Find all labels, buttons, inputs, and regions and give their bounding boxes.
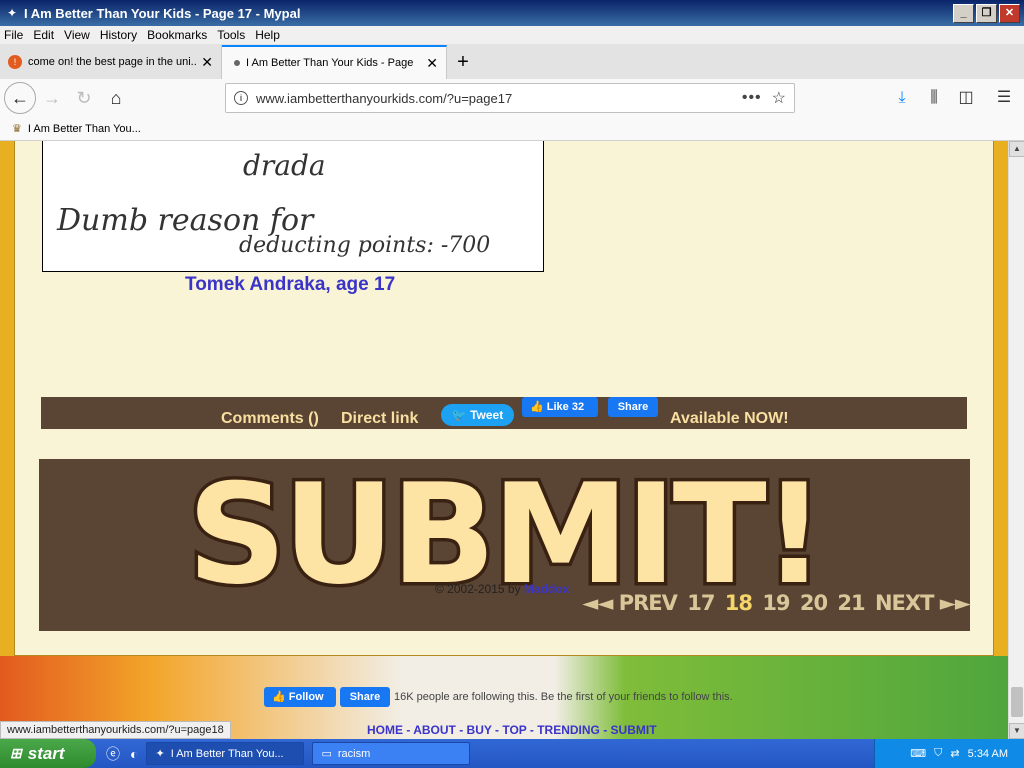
tab-label: come on! the best page in the uni... xyxy=(28,56,198,68)
menu-tools[interactable]: Tools xyxy=(217,28,245,42)
taskbar: ⊞ start ⓔ ◐ ✦ I Am Better Than You... ▭ … xyxy=(0,739,1024,768)
keyboard-icon[interactable]: ⌨ xyxy=(910,747,926,760)
handwriting-line-1: drada xyxy=(243,149,326,182)
page-panel: drada Dumb reason for deducting points: … xyxy=(14,141,994,656)
menu-view[interactable]: View xyxy=(64,28,90,42)
pager-page-20[interactable]: 20 xyxy=(800,591,828,615)
tweet-button[interactable]: 🐦 Tweet xyxy=(441,404,514,426)
fb-follow-share-button[interactable]: Share xyxy=(340,687,390,707)
pager-next[interactable]: NEXT ►► xyxy=(875,591,971,615)
loading-dot-icon xyxy=(234,60,240,66)
url-input[interactable] xyxy=(256,90,742,106)
author-link[interactable]: Maddox xyxy=(524,582,569,596)
menu-bar: File Edit View History Bookmarks Tools H… xyxy=(0,26,1024,44)
start-button[interactable]: ⊞ start xyxy=(0,739,96,768)
shield-icon[interactable]: ⛉ xyxy=(934,747,942,760)
menu-file[interactable]: File xyxy=(4,28,23,42)
back-arrow-icon[interactable]: ← xyxy=(4,82,36,114)
handwriting-line-3: deducting points: -700 xyxy=(239,233,491,258)
scroll-up-icon[interactable]: ▲ xyxy=(1009,141,1024,157)
task-label: I Am Better Than You... xyxy=(170,747,284,760)
pagination: ◄◄ PREV 17 18 19 20 21 NEXT ►► xyxy=(578,591,971,615)
address-bar[interactable]: i ••• ☆ xyxy=(225,83,795,113)
menu-bookmarks[interactable]: Bookmarks xyxy=(147,28,207,42)
scroll-down-icon[interactable]: ▼ xyxy=(1009,723,1024,739)
menu-edit[interactable]: Edit xyxy=(33,28,54,42)
vertical-scrollbar[interactable]: ▲ ▼ xyxy=(1008,141,1024,739)
taskbar-item-racism[interactable]: ▭ racism xyxy=(312,742,471,765)
taskbar-item-browser[interactable]: ✦ I Am Better Than You... xyxy=(146,742,305,765)
hamburger-menu-icon[interactable]: ☰ xyxy=(990,83,1018,113)
forward-arrow-icon[interactable]: → xyxy=(36,82,68,114)
window-title: I Am Better Than Your Kids - Page 17 - M… xyxy=(24,5,301,21)
sidebar-icon[interactable]: ◫ xyxy=(952,83,980,113)
bookmark-item[interactable]: I Am Better Than You... xyxy=(28,123,141,135)
restore-button[interactable]: ❐ xyxy=(976,3,997,23)
new-tab-plus-icon[interactable]: + xyxy=(447,45,479,79)
network-icon[interactable]: ⇄ xyxy=(950,747,959,760)
fb-follow-row: 👍 Follow Share 16K people are following … xyxy=(264,687,733,707)
tab-label: I Am Better Than Your Kids - Page xyxy=(246,57,414,69)
home-icon[interactable]: ⌂ xyxy=(100,82,132,114)
footer-nav[interactable]: HOME - ABOUT - BUY - TOP - TRENDING - SU… xyxy=(367,723,657,737)
app-icon: ✦ xyxy=(6,6,18,20)
nav-bar: ← → ↻ ⌂ i ••• ☆ ⤓ ⫼ ◫ ☰ xyxy=(0,79,1024,117)
web-content: drada Dumb reason for deducting points: … xyxy=(0,141,1008,739)
fb-like-button[interactable]: 👍 Like 32 xyxy=(522,397,598,417)
pager-prev[interactable]: ◄◄ PREV xyxy=(582,591,678,615)
info-icon[interactable]: i xyxy=(234,91,248,105)
menu-help[interactable]: Help xyxy=(255,28,280,42)
fb-follow-button[interactable]: 👍 Follow xyxy=(264,687,336,707)
pager-page-18[interactable]: 18 xyxy=(725,591,753,615)
fb-follow-label: Follow xyxy=(288,691,324,703)
quicklaunch-icon[interactable]: ◐ xyxy=(130,746,138,762)
favicon-icon: ! xyxy=(8,55,22,69)
menu-history[interactable]: History xyxy=(100,28,137,42)
copyright: © 2002-2015 by Maddox xyxy=(435,582,569,596)
fb-like-label: Like 32 xyxy=(546,401,585,413)
windows-flag-icon: ⊞ xyxy=(10,745,22,761)
tab-close-icon[interactable]: ✕ xyxy=(201,54,213,71)
bookmark-star-icon[interactable]: ☆ xyxy=(772,88,786,108)
test-scan-image: drada Dumb reason for deducting points: … xyxy=(42,141,544,272)
share-bar: Comments () Direct link 🐦 Tweet 👍 Like 3… xyxy=(41,397,967,429)
close-button[interactable]: ✕ xyxy=(999,3,1020,23)
pager-page-19[interactable]: 19 xyxy=(762,591,790,615)
copyright-text: © 2002-2015 by xyxy=(435,582,521,596)
fb-share-button[interactable]: Share xyxy=(608,397,658,417)
tweet-label: Tweet xyxy=(470,408,504,422)
pager-page-21[interactable]: 21 xyxy=(837,591,865,615)
folder-icon: ▭ xyxy=(321,748,332,760)
library-icon[interactable]: ⫼ xyxy=(920,83,948,113)
ie-icon[interactable]: ⓔ xyxy=(106,744,120,764)
tab-better-than-your-kids[interactable]: I Am Better Than Your Kids - Page ✕ xyxy=(222,45,447,79)
reload-icon[interactable]: ↻ xyxy=(68,82,100,114)
clock[interactable]: 5:34 AM xyxy=(968,748,1008,760)
app-icon: ✦ xyxy=(155,748,165,760)
bookmarks-bar: ♛ I Am Better Than You... xyxy=(0,117,1024,141)
direct-link[interactable]: Direct link xyxy=(341,410,418,428)
comments-link[interactable]: Comments () xyxy=(221,410,319,428)
task-label: racism xyxy=(337,747,371,760)
start-label: start xyxy=(27,743,65,763)
minimize-button[interactable]: _ xyxy=(953,3,974,23)
tab-bar: ! come on! the best page in the uni... ✕… xyxy=(0,44,1024,79)
tab-close-icon[interactable]: ✕ xyxy=(426,55,438,72)
system-tray: ⌨ ⛉ ⇄ 5:34 AM xyxy=(874,739,1024,768)
scroll-thumb[interactable] xyxy=(1011,687,1023,717)
crown-icon: ♛ xyxy=(12,123,22,135)
status-url: www.iambetterthanyourkids.com/?u=page18 xyxy=(0,721,231,739)
page-actions-icon[interactable]: ••• xyxy=(742,89,762,107)
follow-text: 16K people are following this. Be the fi… xyxy=(394,691,733,703)
image-caption[interactable]: Tomek Andraka, age 17 xyxy=(185,274,395,296)
pager-page-17[interactable]: 17 xyxy=(687,591,715,615)
window-titlebar: ✦ I Am Better Than Your Kids - Page 17 -… xyxy=(0,0,1024,26)
submit-banner[interactable]: SUBMIT! ◄◄ PREV 17 18 19 20 21 NEXT ►► xyxy=(39,451,971,631)
downloads-icon[interactable]: ⤓ xyxy=(888,83,916,113)
tab-best-page[interactable]: ! come on! the best page in the uni... ✕ xyxy=(0,45,222,79)
available-now-link[interactable]: Available NOW! xyxy=(670,410,789,428)
